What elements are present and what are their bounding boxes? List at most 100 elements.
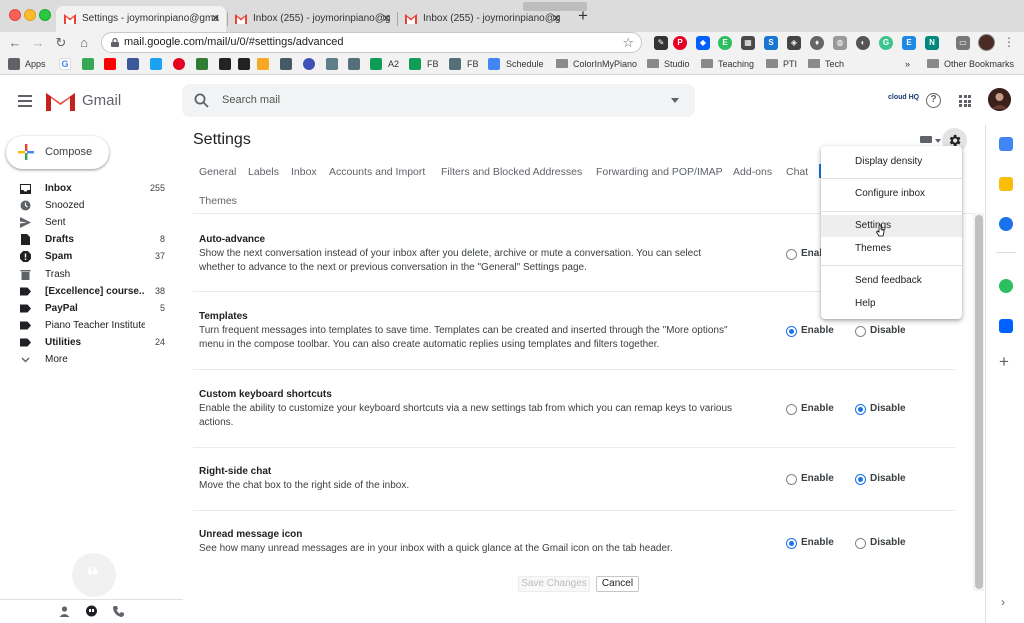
tab-inbox[interactable]: Inbox [291,166,317,178]
tab-close-icon[interactable]: ✕ [382,6,391,32]
reload-icon[interactable]: ↻ [52,33,70,53]
tab-accounts-and-import[interactable]: Accounts and Import [329,166,425,178]
keep-icon[interactable] [999,177,1013,191]
nav-item-paypal[interactable]: PayPal 5 [0,300,183,317]
bookmark-studio[interactable]: Studio [647,57,690,71]
unread-icon-disable-radio[interactable]: Disable [855,536,906,550]
bookmark-schedule[interactable]: Schedule [506,57,544,71]
menu-configure-inbox[interactable]: Configure inbox [821,183,962,205]
c-bookmark-icon[interactable] [303,58,315,70]
tab-add-ons[interactable]: Add-ons [733,166,772,178]
right-chat-disable-radio[interactable]: Disable [855,472,906,486]
bookmark-a2[interactable]: A2 [388,57,399,71]
extension-n-icon[interactable]: N [925,36,939,50]
get-addons-plus-icon[interactable]: + [999,353,1009,370]
templates-enable-radio[interactable]: Enable [786,324,834,338]
search-input[interactable]: Search mail [222,84,280,117]
extension-e-icon[interactable]: E [902,36,916,50]
nav-item-spam[interactable]: Spam 37 [0,248,183,265]
bookmarks-overflow[interactable]: » [905,57,910,71]
tasks-icon[interactable] [999,217,1013,231]
photo-bookmark-icon[interactable] [348,58,360,70]
pinterest-bookmark-icon[interactable] [173,58,185,70]
nav-item-sent[interactable]: Sent [0,214,183,231]
person-icon[interactable] [58,605,71,618]
bookmark-apps[interactable]: Apps [25,57,46,71]
youtube-icon[interactable] [104,58,116,70]
menu-help[interactable]: Help [821,293,962,315]
bookmark-fb[interactable]: FB [427,57,439,71]
calendar-icon[interactable] [999,137,1013,151]
back-icon[interactable]: ← [6,33,24,53]
bookmark-tech[interactable]: Tech [808,57,844,71]
nav-item-snoozed[interactable]: Snoozed [0,197,183,214]
unread-icon-enable-radio[interactable]: Enable [786,536,834,550]
tab-themes[interactable]: Themes [199,195,237,207]
window-minimize-button[interactable] [24,9,36,21]
google-apps-icon[interactable] [959,95,971,107]
tab-chat[interactable]: Chat [786,166,808,178]
shortcuts-enable-radio[interactable]: Enable [786,402,834,416]
tab-filters-and-blocked-addresses[interactable]: Filters and Blocked Addresses [441,166,582,178]
pencil-bookmark-icon[interactable] [257,58,269,70]
cancel-button[interactable]: Cancel [596,576,639,592]
grammarly-icon[interactable]: G [879,36,893,50]
window-zoom-button[interactable] [39,9,51,21]
drive-icon[interactable] [82,58,94,70]
photo-bookmark-icon[interactable] [449,58,461,70]
hangouts-icon[interactable] [85,605,98,618]
main-menu-icon[interactable] [18,95,32,107]
tools-bookmark-icon[interactable] [280,58,292,70]
input-tools-icon[interactable] [920,136,932,143]
tab-forwarding-and-pop-imap[interactable]: Forwarding and POP/IMAP [596,166,723,178]
music-note-icon[interactable] [238,58,250,70]
radio-button[interactable] [855,326,866,337]
checkbox-bookmark-icon[interactable] [326,58,338,70]
nav-item-utilities[interactable]: Utilities 24 [0,334,183,351]
extension-pen-icon[interactable]: ✎ [654,36,668,50]
bookmark-teaching[interactable]: Teaching [701,57,754,71]
nav-item-piano-teacher-institute[interactable]: Piano Teacher Institute [0,317,183,334]
dropbox-addon-icon[interactable] [999,319,1013,333]
menu-settings[interactable]: Settings [821,215,962,237]
radio-button[interactable] [786,249,797,260]
bookmark-fb-2[interactable]: FB [467,57,479,71]
phone-icon[interactable] [112,605,125,618]
forward-icon[interactable]: → [29,33,47,53]
docs-icon[interactable] [488,58,500,70]
help-icon[interactable]: ? [926,93,941,108]
nav-item-more[interactable]: More [0,351,183,368]
account-avatar[interactable] [988,88,1011,111]
right-chat-enable-radio[interactable]: Enable [786,472,834,486]
input-tools-chevron-icon[interactable] [935,139,941,143]
chrome-menu-icon[interactable]: ⋮ [1003,34,1015,51]
auto-advance-enable-radio[interactable]: Enab [786,247,825,261]
chrome-profile-avatar[interactable] [978,34,995,51]
extension-circle-icon[interactable]: ◐ [856,36,870,50]
tab-general[interactable]: General [199,166,236,178]
nav-item-excellence-course[interactable]: [Excellence] course... 38 [0,283,183,300]
evernote-addon-icon[interactable] [999,279,1013,293]
tab-close-icon[interactable]: ✕ [211,6,220,32]
search-icon[interactable] [194,93,209,108]
extension-grid-icon[interactable]: ▦ [741,36,755,50]
address-bar[interactable]: mail.google.com/mail/u/0/#settings/advan… [101,32,642,53]
new-tab-button[interactable]: + [574,5,592,27]
extension-cup-icon[interactable]: ◍ [833,36,847,50]
sheets-icon[interactable] [409,58,421,70]
extension-bookmark-icon[interactable] [196,58,208,70]
browser-tab[interactable]: Settings - joymorinpiano@gma ✕ [56,6,226,32]
home-icon[interactable]: ⌂ [75,33,93,53]
facebook-icon[interactable] [127,58,139,70]
music-note-icon[interactable] [219,58,231,70]
bookmark-star-icon[interactable]: ☆ [622,33,634,52]
bookmark-pti[interactable]: PTI [766,57,797,71]
extension-bird-icon[interactable]: ♦ [810,36,824,50]
extension-s-icon[interactable]: S [764,36,778,50]
menu-send-feedback[interactable]: Send feedback [821,270,962,292]
menu-themes[interactable]: Themes [821,238,962,260]
search-options-chevron-icon[interactable] [671,98,679,103]
nav-item-trash[interactable]: Trash [0,266,183,283]
chevron-right-icon[interactable]: › [1001,595,1005,609]
cloudhq-icon[interactable]: cloud HQ [888,94,919,101]
